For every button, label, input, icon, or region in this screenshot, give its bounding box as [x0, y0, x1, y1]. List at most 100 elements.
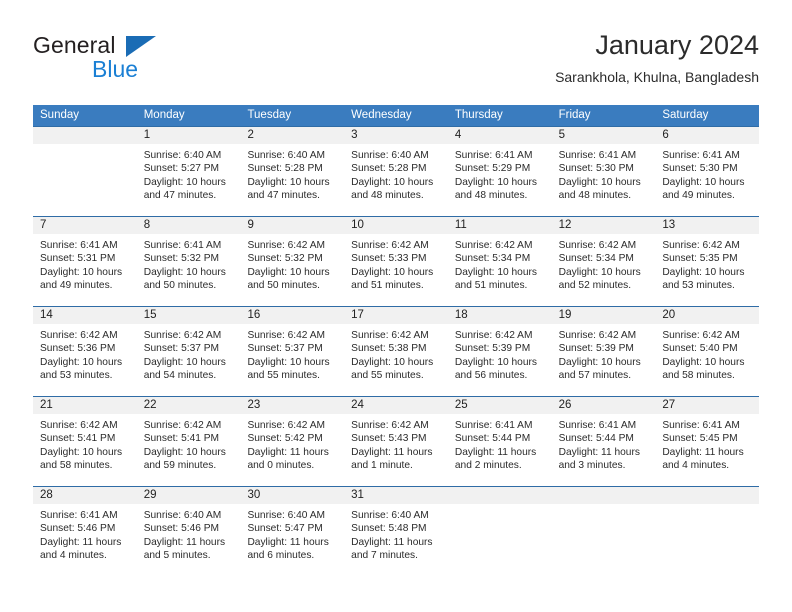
- daylight-text-line2: and 2 minutes.: [454, 459, 522, 471]
- weekday-header-row: Sunday Monday Tuesday Wednesday Thursday…: [33, 105, 759, 126]
- day-cell[interactable]: 23 Sunrise: 6:42 AM Sunset: 5:42 PM Dayl…: [240, 397, 345, 486]
- sunrise-text: Sunrise: 6:41 AM: [40, 240, 118, 251]
- day-cell[interactable]: 3 Sunrise: 6:40 AM Sunset: 5:28 PM Dayli…: [344, 127, 448, 216]
- sunrise-text: Sunrise: 6:42 AM: [662, 330, 740, 341]
- day-details: [655, 504, 759, 509]
- sunrise-text: Sunrise: 6:42 AM: [247, 330, 326, 341]
- day-details: Sunrise: 6:40 AM Sunset: 5:47 PM Dayligh…: [240, 504, 344, 562]
- day-number: 30: [240, 487, 345, 504]
- day-cell[interactable]: 11 Sunrise: 6:42 AM Sunset: 5:34 PM Dayl…: [447, 217, 552, 306]
- day-cell[interactable]: 18 Sunrise: 6:42 AM Sunset: 5:39 PM Dayl…: [447, 307, 552, 396]
- sunrise-text: Sunrise: 6:42 AM: [247, 240, 326, 251]
- daylight-text-line2: and 47 minutes.: [247, 189, 320, 201]
- daylight-text-line1: Daylight: 11 hours: [454, 446, 537, 458]
- day-details: Sunrise: 6:41 AM Sunset: 5:44 PM Dayligh…: [552, 414, 656, 472]
- day-cell[interactable]: 28 Sunrise: 6:41 AM Sunset: 5:46 PM Dayl…: [33, 487, 137, 576]
- daylight-text-line2: and 6 minutes.: [247, 549, 315, 561]
- sunset-text: Sunset: 5:33 PM: [351, 253, 427, 265]
- sunrise-text: Sunrise: 6:41 AM: [662, 150, 740, 161]
- day-cell[interactable]: [33, 127, 137, 216]
- daylight-text-line2: and 53 minutes.: [40, 369, 113, 381]
- day-number: 7: [33, 217, 137, 234]
- daylight-text-line1: Daylight: 11 hours: [143, 536, 226, 548]
- sunrise-text: Sunrise: 6:42 AM: [351, 330, 429, 341]
- day-cell[interactable]: 15 Sunrise: 6:42 AM Sunset: 5:37 PM Dayl…: [136, 307, 241, 396]
- day-cell[interactable]: 2 Sunrise: 6:40 AM Sunset: 5:28 PM Dayli…: [240, 127, 345, 216]
- day-details: Sunrise: 6:40 AM Sunset: 5:27 PM Dayligh…: [137, 144, 241, 202]
- day-cell[interactable]: 27 Sunrise: 6:41 AM Sunset: 5:45 PM Dayl…: [655, 397, 760, 486]
- sunrise-text: Sunrise: 6:41 AM: [143, 240, 222, 251]
- day-cell[interactable]: [551, 487, 656, 576]
- day-details: [448, 504, 552, 509]
- daylight-text-line1: Daylight: 10 hours: [40, 446, 123, 458]
- day-cell[interactable]: 26 Sunrise: 6:41 AM Sunset: 5:44 PM Dayl…: [551, 397, 656, 486]
- daylight-text-line1: Daylight: 11 hours: [351, 446, 433, 458]
- day-number: [447, 487, 552, 504]
- sunset-text: Sunset: 5:31 PM: [40, 253, 116, 265]
- day-cell[interactable]: 16 Sunrise: 6:42 AM Sunset: 5:37 PM Dayl…: [240, 307, 345, 396]
- daylight-text-line2: and 49 minutes.: [40, 279, 113, 291]
- day-cell[interactable]: 22 Sunrise: 6:42 AM Sunset: 5:41 PM Dayl…: [136, 397, 241, 486]
- day-number: 23: [240, 397, 345, 414]
- daylight-text-line2: and 0 minutes.: [247, 459, 315, 471]
- day-cell[interactable]: 31 Sunrise: 6:40 AM Sunset: 5:48 PM Dayl…: [344, 487, 448, 576]
- daylight-text-line2: and 50 minutes.: [143, 279, 217, 291]
- day-cell[interactable]: 7 Sunrise: 6:41 AM Sunset: 5:31 PM Dayli…: [33, 217, 137, 306]
- daylight-text-line2: and 54 minutes.: [143, 369, 217, 381]
- day-number: 8: [136, 217, 241, 234]
- day-number: 29: [136, 487, 241, 504]
- daylight-text-line2: and 55 minutes.: [351, 369, 424, 381]
- day-cell[interactable]: 20 Sunrise: 6:42 AM Sunset: 5:40 PM Dayl…: [655, 307, 760, 396]
- day-cell[interactable]: 24 Sunrise: 6:42 AM Sunset: 5:43 PM Dayl…: [344, 397, 448, 486]
- day-cell[interactable]: 6 Sunrise: 6:41 AM Sunset: 5:30 PM Dayli…: [655, 127, 760, 216]
- sunset-text: Sunset: 5:27 PM: [143, 163, 220, 175]
- day-cell[interactable]: 13 Sunrise: 6:42 AM Sunset: 5:35 PM Dayl…: [655, 217, 760, 306]
- day-cell[interactable]: 1 Sunrise: 6:40 AM Sunset: 5:27 PM Dayli…: [136, 127, 241, 216]
- day-cell[interactable]: [655, 487, 760, 576]
- sunrise-text: Sunrise: 6:42 AM: [143, 330, 222, 341]
- calendar-grid: Sunday Monday Tuesday Wednesday Thursday…: [33, 105, 760, 576]
- day-number: 11: [447, 217, 552, 234]
- daylight-text-line1: Daylight: 11 hours: [247, 446, 329, 458]
- day-cell[interactable]: 21 Sunrise: 6:42 AM Sunset: 5:41 PM Dayl…: [33, 397, 137, 486]
- day-details: [552, 504, 656, 509]
- title-block: January 2024 Sarankhola, Khulna, Banglad…: [555, 28, 759, 88]
- day-cell[interactable]: 10 Sunrise: 6:42 AM Sunset: 5:33 PM Dayl…: [344, 217, 448, 306]
- sunset-text: Sunset: 5:35 PM: [662, 253, 738, 265]
- day-details: Sunrise: 6:42 AM Sunset: 5:37 PM Dayligh…: [137, 324, 241, 382]
- sunrise-text: Sunrise: 6:42 AM: [40, 420, 118, 431]
- day-cell[interactable]: 25 Sunrise: 6:41 AM Sunset: 5:44 PM Dayl…: [447, 397, 552, 486]
- day-number: 6: [655, 127, 760, 144]
- day-cell[interactable]: 30 Sunrise: 6:40 AM Sunset: 5:47 PM Dayl…: [240, 487, 345, 576]
- day-cell[interactable]: 5 Sunrise: 6:41 AM Sunset: 5:30 PM Dayli…: [551, 127, 656, 216]
- sunrise-text: Sunrise: 6:42 AM: [454, 330, 533, 341]
- logo-triangle-icon: [126, 36, 156, 57]
- day-number: 24: [344, 397, 448, 414]
- page-header: General Blue January 2024 Sarankhola, Kh…: [33, 28, 759, 98]
- sunrise-text: Sunrise: 6:42 AM: [454, 240, 533, 251]
- day-cell[interactable]: 14 Sunrise: 6:42 AM Sunset: 5:36 PM Dayl…: [33, 307, 137, 396]
- weekday-header-monday: Monday: [143, 109, 185, 121]
- day-details: Sunrise: 6:42 AM Sunset: 5:36 PM Dayligh…: [33, 324, 137, 382]
- daylight-text-line1: Daylight: 10 hours: [247, 266, 330, 278]
- sunset-text: Sunset: 5:30 PM: [662, 163, 738, 175]
- day-cell[interactable]: 19 Sunrise: 6:42 AM Sunset: 5:39 PM Dayl…: [551, 307, 656, 396]
- sunset-text: Sunset: 5:47 PM: [247, 523, 323, 535]
- day-cell[interactable]: 8 Sunrise: 6:41 AM Sunset: 5:32 PM Dayli…: [136, 217, 241, 306]
- day-number: 12: [551, 217, 656, 234]
- sunrise-text: Sunrise: 6:40 AM: [247, 510, 326, 521]
- daylight-text-line1: Daylight: 11 hours: [558, 446, 640, 458]
- day-cell[interactable]: 17 Sunrise: 6:42 AM Sunset: 5:38 PM Dayl…: [344, 307, 448, 396]
- day-cell[interactable]: 12 Sunrise: 6:42 AM Sunset: 5:34 PM Dayl…: [551, 217, 656, 306]
- daylight-text-line2: and 4 minutes.: [662, 459, 730, 471]
- day-cell[interactable]: [447, 487, 552, 576]
- day-number: 15: [136, 307, 241, 324]
- daylight-text-line2: and 57 minutes.: [558, 369, 632, 381]
- daylight-text-line2: and 4 minutes.: [40, 549, 107, 561]
- day-cell[interactable]: 9 Sunrise: 6:42 AM Sunset: 5:32 PM Dayli…: [240, 217, 345, 306]
- calendar-page: General Blue January 2024 Sarankhola, Kh…: [0, 0, 792, 612]
- daylight-text-line1: Daylight: 10 hours: [143, 176, 226, 188]
- day-cell[interactable]: 29 Sunrise: 6:40 AM Sunset: 5:46 PM Dayl…: [136, 487, 241, 576]
- day-details: Sunrise: 6:42 AM Sunset: 5:42 PM Dayligh…: [240, 414, 344, 472]
- day-cell[interactable]: 4 Sunrise: 6:41 AM Sunset: 5:29 PM Dayli…: [447, 127, 552, 216]
